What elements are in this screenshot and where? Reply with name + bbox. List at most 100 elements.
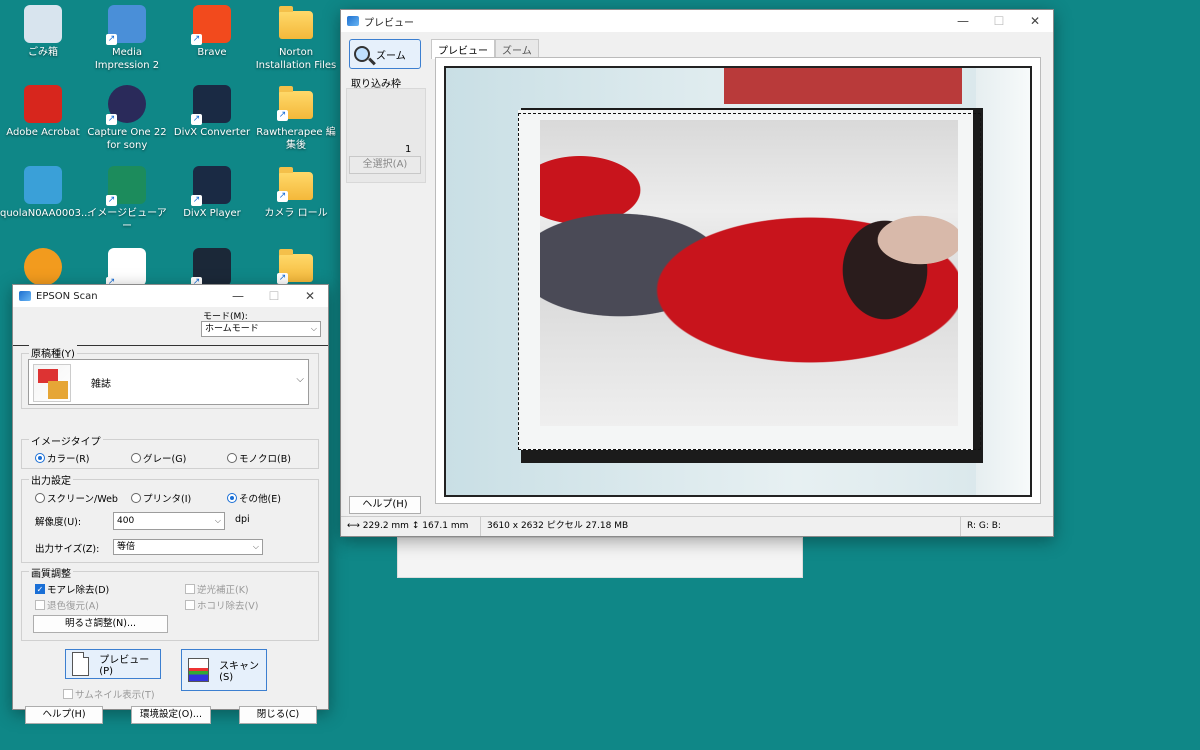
crop-marquee[interactable]	[518, 113, 981, 450]
radio-gray[interactable]: グレー(G)	[131, 451, 186, 465]
mode-value: ホームモード	[205, 324, 259, 334]
radio-printer[interactable]: プリンタ(I)	[131, 491, 191, 505]
radio-screen-web[interactable]: スクリーン/Web	[35, 491, 118, 505]
preview-body: ズーム 取り込み枠 1 全選択(A) ヘルプ(H) プレビュー ズーム	[341, 32, 1053, 516]
document-type-label: 原稿種(Y)	[29, 345, 77, 360]
output-size-select[interactable]: 等倍 ⌵	[113, 539, 263, 555]
scan-button[interactable]: スキャン(S)	[181, 649, 267, 691]
tab-preview[interactable]: プレビュー	[431, 39, 495, 59]
preview-help-button[interactable]: ヘルプ(H)	[349, 496, 421, 514]
recycle-bin-icon	[24, 5, 62, 43]
divx-player-icon: ↗	[191, 166, 231, 206]
backlight-correction-checkbox[interactable]: 逆光補正(K)	[185, 582, 249, 596]
dust-removal-label: ホコリ除去(V)	[197, 601, 259, 612]
radio-color[interactable]: カラー(R)	[35, 451, 90, 465]
shortcut-arrow-icon: ↗	[106, 34, 117, 45]
minimize-button[interactable]: —	[220, 285, 256, 307]
preview-canvas[interactable]	[435, 57, 1041, 504]
desktop-icon[interactable]: ↗	[84, 248, 170, 289]
desktop-icon[interactable]: ↗ Brave	[169, 5, 255, 59]
desktop-icon-label: quolaN0AA0003...	[0, 208, 91, 219]
adobe-acrobat-icon	[24, 85, 62, 123]
moire-removal-checkbox[interactable]: ✓ モアレ除去(D)	[35, 582, 109, 596]
brave-icon: ↗	[191, 5, 231, 45]
document-type-select[interactable]: 雑誌 ⌵	[28, 359, 309, 405]
thumbnail-checkbox[interactable]: サムネイル表示(T)	[63, 687, 155, 701]
desktop-icon[interactable]: ↗ Capture One 22 for sony	[84, 85, 170, 152]
output-size-value: 等倍	[117, 542, 136, 552]
folder-icon: ↗	[277, 167, 313, 202]
color-wheel-icon	[24, 248, 62, 286]
zoom-button[interactable]: ズーム	[349, 39, 421, 69]
desktop-icon[interactable]: ごみ箱	[0, 5, 86, 59]
chevron-down-icon: ⌵	[252, 542, 259, 551]
desktop-icon[interactable]: ↗ DivX Converter	[169, 85, 255, 139]
desktop-icon-label: Norton Installation Files	[255, 47, 337, 71]
shortcut-arrow-icon: ↗	[191, 114, 202, 125]
dimension-readout: ⟷ 229.2 mm ↕ 167.1 mm	[341, 517, 481, 536]
backlight-label: 逆光補正(K)	[197, 585, 249, 596]
close-button[interactable]: ✕	[292, 285, 328, 307]
magnifier-icon	[354, 46, 370, 62]
steam-icon: ↗	[191, 248, 231, 288]
rgb-readout: R: G: B:	[967, 521, 1001, 531]
tab-zoom[interactable]: ズーム	[495, 39, 539, 59]
settings-button[interactable]: 環境設定(O)...	[131, 706, 211, 724]
radio-screen-label: スクリーン/Web	[47, 494, 118, 505]
scan-button-label: スキャン(S)	[219, 661, 260, 683]
color-restoration-checkbox[interactable]: 退色復元(A)	[35, 598, 99, 612]
dust-removal-checkbox[interactable]: ホコリ除去(V)	[185, 598, 258, 612]
preview-button[interactable]: プレビュー(P)	[65, 649, 161, 679]
zoom-button-label: ズーム	[376, 50, 406, 62]
close-button[interactable]: ✕	[1017, 10, 1053, 32]
mode-select[interactable]: ホームモード ⌵	[201, 321, 321, 337]
chevron-down-icon: ⌵	[214, 516, 221, 525]
thumbnail-label: サムネイル表示(T)	[75, 690, 155, 701]
desktop-icon[interactable]: Norton Installation Files	[253, 5, 339, 72]
radio-other[interactable]: その他(E)	[227, 491, 281, 505]
epson-titlebar[interactable]: EPSON Scan — ☐ ✕	[13, 285, 328, 307]
desktop-icon[interactable]: ↗	[253, 248, 339, 289]
moire-label: モアレ除去(D)	[47, 585, 110, 596]
shortcut-arrow-icon: ↗	[106, 195, 117, 206]
resolution-select[interactable]: 400 ⌵	[113, 512, 225, 530]
capture-one-icon: ↗	[106, 85, 146, 125]
epson-scan-window: EPSON Scan — ☐ ✕ モード(M): ホームモード ⌵ 原稿種(Y)…	[12, 284, 329, 724]
desktop-icon[interactable]: ↗ カメラ ロール	[253, 166, 339, 220]
radio-gray-label: グレー(G)	[143, 454, 187, 465]
close-dialog-button[interactable]: 閉じる(C)	[239, 706, 317, 724]
brightness-button[interactable]: 明るさ調整(N)...	[33, 615, 168, 633]
width-value: 229.2 mm	[362, 521, 409, 531]
desktop-icon-label: Rawtherapee 編集後	[256, 127, 336, 151]
help-button[interactable]: ヘルプ(H)	[25, 706, 103, 724]
desktop-icon[interactable]: Adobe Acrobat	[0, 85, 86, 139]
desktop-icon-label: Capture One 22 for sony	[87, 127, 167, 151]
desktop-icon[interactable]: ↗ Media Impression 2	[84, 5, 170, 72]
desktop-icon[interactable]: ↗ イメージビューアー	[84, 166, 170, 233]
folder-icon	[279, 6, 313, 39]
desktop-icon[interactable]: ↗	[169, 248, 255, 289]
desktop-icon[interactable]	[0, 248, 86, 289]
radio-other-label: その他(E)	[239, 494, 281, 505]
radio-color-label: カラー(R)	[47, 454, 90, 465]
quality-label: 画質調整	[29, 565, 73, 580]
epson-title: EPSON Scan	[36, 290, 98, 302]
select-all-button[interactable]: 全選択(A)	[349, 156, 421, 174]
document-type-value: 雑誌	[91, 379, 111, 390]
desktop-icon[interactable]: ↗ DivX Player	[169, 166, 255, 220]
maximize-button[interactable]: ☐	[981, 10, 1017, 32]
shortcut-arrow-icon: ↗	[277, 191, 288, 202]
minimize-button[interactable]: —	[945, 10, 981, 32]
desktop-icon[interactable]: ↗ Rawtherapee 編集後	[253, 85, 339, 152]
desktop-icon[interactable]: quolaN0AA0003...	[0, 166, 91, 220]
preview-titlebar[interactable]: プレビュー — ☐ ✕	[341, 10, 1053, 32]
scanner-bed-image	[444, 66, 1032, 497]
radio-mono[interactable]: モノクロ(B)	[227, 451, 291, 465]
preview-button-label: プレビュー(P)	[99, 655, 150, 677]
chevron-down-icon: ⌵	[310, 324, 317, 333]
maximize-button[interactable]: ☐	[256, 285, 292, 307]
shortcut-arrow-icon: ↗	[277, 273, 288, 284]
pixel-readout: 3610 x 2632 ピクセル 27.18 MB	[481, 517, 961, 536]
resolution-value: 400	[117, 516, 135, 526]
output-size-label: 出力サイズ(Z):	[35, 544, 100, 555]
